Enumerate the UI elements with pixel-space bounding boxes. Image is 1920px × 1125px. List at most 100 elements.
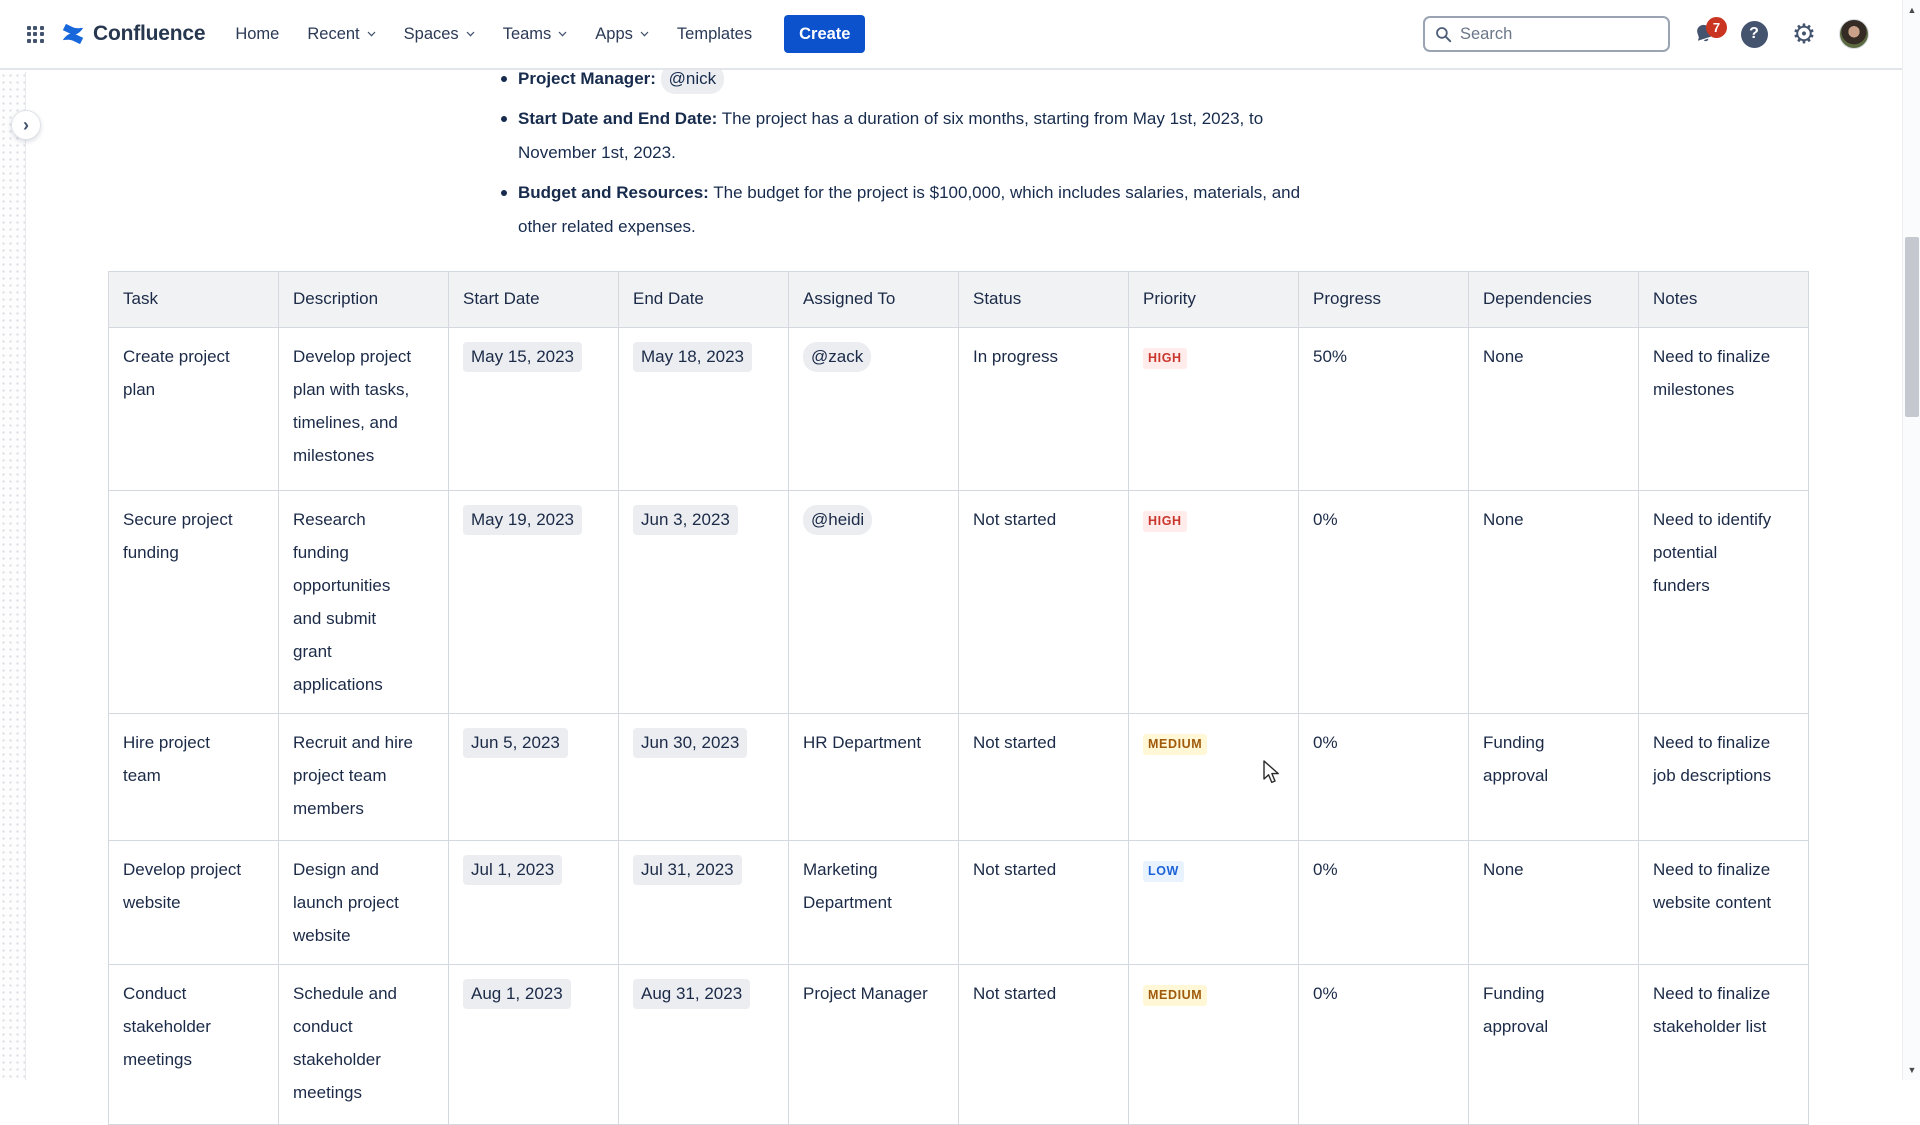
scroll-up-arrow[interactable]: ▲ [1903,2,1920,18]
gear-icon: ⚙ [1792,21,1816,48]
cell-progress: 0% [1299,714,1469,841]
date-chip: Jun 30, 2023 [633,728,747,758]
avatar [1839,19,1869,49]
cell-end-date: Aug 31, 2023 [619,965,789,1125]
search-icon [1435,26,1452,43]
search-box[interactable] [1423,16,1670,52]
cell-task: Create project plan [109,328,279,491]
chevron-down-icon [559,28,567,36]
collapsed-sidebar-rail [0,72,26,1080]
cell-status: Not started [959,714,1129,841]
nav-left-cluster: Confluence Home Recent Spaces Teams Apps… [18,0,865,68]
date-chip: May 19, 2023 [463,505,582,535]
cell-end-date: Jun 30, 2023 [619,714,789,841]
list-item: Start Date and End Date: The project has… [500,102,1405,170]
settings-button[interactable]: ⚙ [1788,16,1820,52]
chevron-down-icon [367,28,375,36]
profile-button[interactable] [1838,16,1870,52]
cell-priority: HIGH [1129,328,1299,491]
table-row: Develop project website Design and launc… [109,841,1809,965]
date-chip: Jul 31, 2023 [633,855,742,885]
cell-notes: Need to finalize milestones [1639,328,1809,491]
cell-dependencies: None [1469,328,1639,491]
nav-item-apps[interactable]: Apps [595,25,649,44]
chevron-down-icon [640,28,648,36]
header-end-date: End Date [619,272,789,328]
cell-dependencies: Funding approval [1469,714,1639,841]
confluence-home-link[interactable]: Confluence [60,21,205,47]
app-grid-icon [27,26,44,43]
nav-item-home[interactable]: Home [235,25,279,44]
cell-assigned-to: Marketing Department [789,841,959,965]
cell-dependencies: None [1469,491,1639,714]
date-chip: Aug 1, 2023 [463,979,571,1009]
cell-progress: 50% [1299,328,1469,491]
notification-badge: 7 [1706,17,1727,38]
cell-progress: 0% [1299,965,1469,1125]
cell-status: Not started [959,491,1129,714]
header-description: Description [279,272,449,328]
cell-task: Develop project website [109,841,279,965]
help-button[interactable]: ? [1738,16,1770,52]
cell-description: Schedule and conduct stakeholder meeting… [279,965,449,1125]
cell-description: Design and launch project website [279,841,449,965]
date-chip: Jun 5, 2023 [463,728,568,758]
cell-dependencies: Funding approval [1469,965,1639,1125]
header-progress: Progress [1299,272,1469,328]
cell-start-date: Jun 5, 2023 [449,714,619,841]
cell-description: Develop project plan with tasks, timelin… [279,328,449,491]
bullet-label: Project Manager: [518,69,656,88]
cell-priority: MEDIUM [1129,714,1299,841]
mention-chip[interactable]: @heidi [803,505,872,535]
project-task-table: Task Description Start Date End Date Ass… [108,271,1809,1125]
header-status: Status [959,272,1129,328]
header-notes: Notes [1639,272,1809,328]
header-start-date: Start Date [449,272,619,328]
header-assigned-to: Assigned To [789,272,959,328]
create-button[interactable]: Create [784,15,865,53]
notifications-button[interactable]: 7 [1688,16,1720,52]
nav-item-templates[interactable]: Templates [677,25,752,44]
cell-assigned-to: HR Department [789,714,959,841]
search-input[interactable] [1460,25,1640,44]
primary-menu: Home Recent Spaces Teams Apps Templates [235,25,752,44]
header-priority: Priority [1129,272,1299,328]
bullet-text: November 1st, 2023. [518,143,676,162]
bullet-label: Budget and Resources: [518,183,709,202]
bullet-text: other related expenses. [518,217,696,236]
app-switcher-button[interactable] [18,17,52,51]
cell-end-date: May 18, 2023 [619,328,789,491]
cell-progress: 0% [1299,491,1469,714]
table-header-row: Task Description Start Date End Date Ass… [109,272,1809,328]
cell-assigned-to: @zack [789,328,959,491]
cell-notes: Need to identify potential funders [1639,491,1809,714]
vertical-scrollbar: ▲ ▼ [1902,0,1920,1080]
cell-notes: Need to finalize stakeholder list [1639,965,1809,1125]
date-chip: Jul 1, 2023 [463,855,562,885]
header-dependencies: Dependencies [1469,272,1639,328]
table-row: Conduct stakeholder meetings Schedule an… [109,965,1809,1125]
top-navigation: Confluence Home Recent Spaces Teams Apps… [0,0,1920,70]
priority-badge: HIGH [1143,348,1187,369]
brand-wordmark: Confluence [93,22,205,46]
nav-item-spaces[interactable]: Spaces [404,25,475,44]
sidebar-expand-button[interactable]: › [11,110,41,140]
mention-chip[interactable]: @zack [803,342,871,372]
cell-start-date: May 19, 2023 [449,491,619,714]
date-chip: Jun 3, 2023 [633,505,738,535]
nav-item-teams[interactable]: Teams [503,25,568,44]
date-chip: May 18, 2023 [633,342,752,372]
table-row: Create project plan Develop project plan… [109,328,1809,491]
cell-start-date: Aug 1, 2023 [449,965,619,1125]
cell-status: In progress [959,328,1129,491]
nav-item-recent[interactable]: Recent [307,25,375,44]
cell-status: Not started [959,965,1129,1125]
table-row: Hire project team Recruit and hire proje… [109,714,1809,841]
confluence-logo-icon [60,21,86,47]
scroll-down-arrow[interactable]: ▼ [1903,1062,1920,1078]
scrollbar-thumb[interactable] [1905,237,1919,417]
chevron-down-icon [466,28,474,36]
cell-task: Secure project funding [109,491,279,714]
cell-end-date: Jul 31, 2023 [619,841,789,965]
cell-notes: Need to finalize website content [1639,841,1809,965]
